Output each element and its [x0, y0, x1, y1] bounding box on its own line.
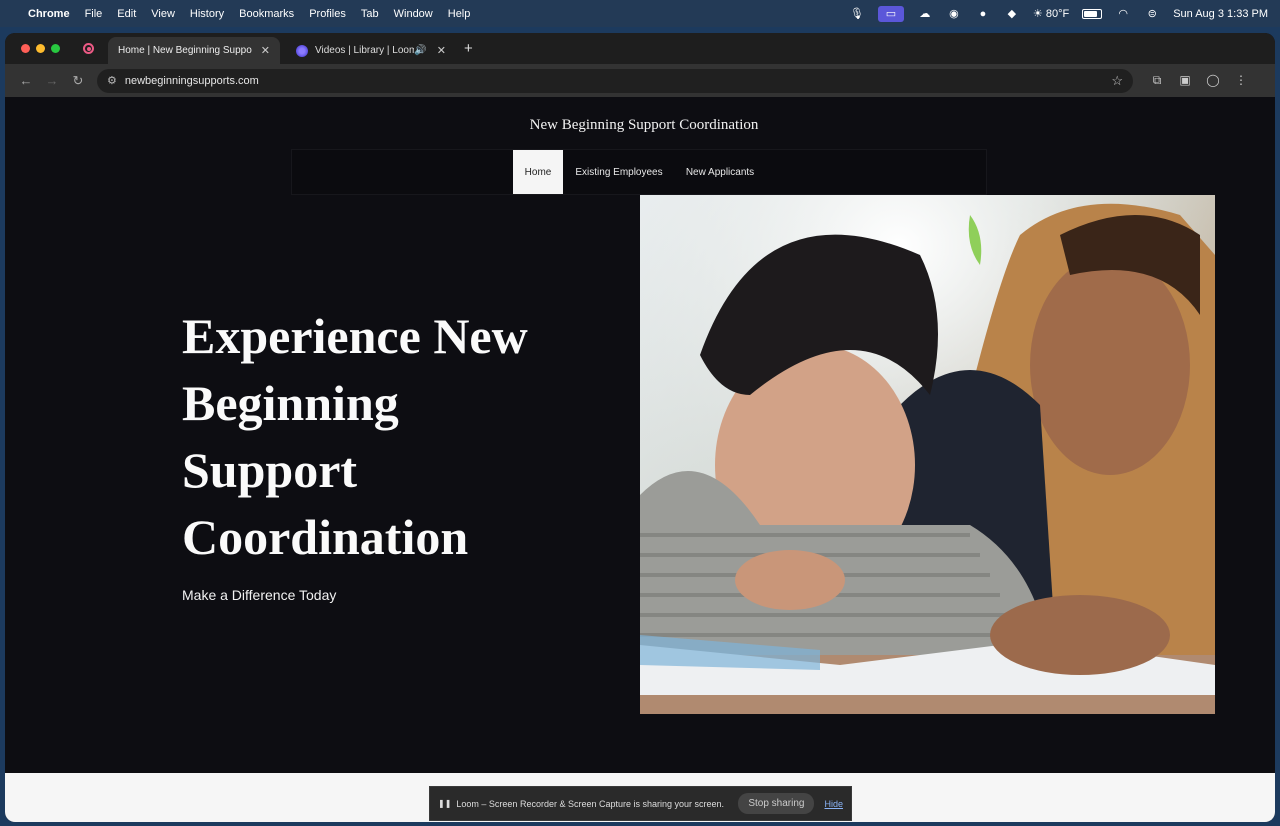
nav-new-applicants[interactable]: New Applicants	[677, 150, 763, 194]
hero-title-line: Support	[182, 442, 358, 498]
hero-photo	[640, 195, 1215, 714]
zoom-icon[interactable]: ◉	[946, 8, 962, 20]
web-page: New Beginning Support Coordination Home …	[5, 97, 1275, 822]
loom-sharing-bar: ❚❚ Loom – Screen Recorder & Screen Captu…	[429, 786, 852, 821]
battery-icon[interactable]	[1082, 8, 1103, 19]
back-button[interactable]: ←	[13, 73, 39, 88]
menu-kebab-icon[interactable]: ⋮	[1227, 73, 1255, 88]
speaker-icon[interactable]: 🔊	[414, 45, 426, 56]
menu-history[interactable]: History	[190, 8, 224, 20]
browser-window: Home | New Beginning Suppo ✕ Videos | Li…	[5, 33, 1275, 822]
new-tab-button[interactable]: +	[464, 40, 473, 57]
menu-bookmarks[interactable]: Bookmarks	[239, 8, 294, 20]
loom-favicon-icon	[296, 44, 308, 57]
close-tab-icon[interactable]: ✕	[261, 44, 270, 57]
sun-icon: ☀	[1032, 8, 1043, 20]
hide-button[interactable]: Hide	[824, 799, 843, 809]
hero-title: Experience New Beginning Support Coordin…	[182, 303, 602, 571]
menu-profiles[interactable]: Profiles	[309, 8, 346, 20]
reload-button[interactable]: ↻	[65, 73, 91, 89]
forward-button[interactable]: →	[39, 73, 65, 88]
site-title[interactable]: New Beginning Support Coordination	[5, 117, 1275, 134]
profile-icon[interactable]: ◯	[1199, 73, 1227, 88]
window-controls	[21, 44, 66, 53]
weather-readout[interactable]: ☀ 80°F	[1033, 7, 1069, 20]
close-window-button[interactable]	[21, 44, 30, 53]
sharing-message: Loom – Screen Recorder & Screen Capture …	[456, 798, 725, 809]
tab-home[interactable]: Home | New Beginning Suppo ✕	[108, 37, 280, 64]
screen-share-icon[interactable]: ▭	[877, 5, 904, 22]
hero-title-line: Experience New	[182, 308, 528, 364]
hero-title-line: Coordination	[182, 509, 469, 565]
address-bar[interactable]: ⚙ newbeginningsupports.com ☆	[97, 68, 1133, 93]
menu-app-name[interactable]: Chrome	[28, 8, 70, 20]
site-info-icon[interactable]: ⚙	[107, 74, 117, 87]
menu-help[interactable]: Help	[448, 8, 471, 20]
tab-title: Videos | Library | Loom	[315, 45, 415, 56]
hero-title-line: Beginning	[182, 375, 399, 431]
nav-home[interactable]: Home	[513, 150, 563, 194]
tab-strip: Home | New Beginning Suppo ✕ Videos | Li…	[5, 33, 1275, 64]
url-text: newbeginningsupports.com	[124, 74, 259, 87]
clock[interactable]: Sun Aug 3 1:33 PM	[1173, 8, 1268, 20]
hero-subtitle: Make a Difference Today	[182, 587, 337, 603]
hero-photo-illustration	[640, 195, 1215, 714]
tab-title: Home | New Beginning Suppo	[118, 45, 252, 56]
minimize-window-button[interactable]	[36, 44, 45, 53]
stop-sharing-button[interactable]: Stop sharing	[738, 793, 815, 814]
maximize-window-button[interactable]	[51, 44, 60, 53]
bookmark-star-icon[interactable]: ☆	[1111, 73, 1123, 89]
tab-loom-videos[interactable]: Videos | Library | Loom 🔊 ✕	[286, 37, 456, 64]
control-center-icon[interactable]: ⊜	[1144, 8, 1160, 20]
drag-handle-icon[interactable]: ❚❚	[438, 799, 451, 808]
wifi-icon[interactable]: ◠	[1115, 8, 1131, 20]
close-tab-icon[interactable]: ✕	[437, 44, 446, 57]
toolbar: ← → ↻ ⚙ newbeginningsupports.com ☆ ⧉ ▣ ◯…	[5, 64, 1275, 97]
nav-existing-employees[interactable]: Existing Employees	[567, 150, 671, 194]
tab-search-icon[interactable]: ▣	[1171, 73, 1199, 88]
menu-edit[interactable]: Edit	[117, 8, 136, 20]
dropbox-icon[interactable]: ◆	[1004, 8, 1020, 20]
menu-tab[interactable]: Tab	[361, 8, 379, 20]
recording-icon[interactable]	[83, 43, 94, 54]
cloud-icon[interactable]: ☁	[917, 8, 933, 20]
extensions-icon[interactable]: ⧉	[1143, 73, 1171, 88]
menu-bar: Chrome File Edit View History Bookmarks …	[0, 0, 1280, 27]
microphone-icon[interactable]: 🎙	[849, 8, 865, 20]
menu-window[interactable]: Window	[394, 8, 433, 20]
site-navigation: Home Existing Employees New Applicants	[291, 149, 987, 195]
weather-temp: 80°F	[1045, 8, 1070, 20]
menu-file[interactable]: File	[85, 8, 103, 20]
menu-view[interactable]: View	[151, 8, 175, 20]
github-icon[interactable]: ●	[975, 8, 991, 20]
